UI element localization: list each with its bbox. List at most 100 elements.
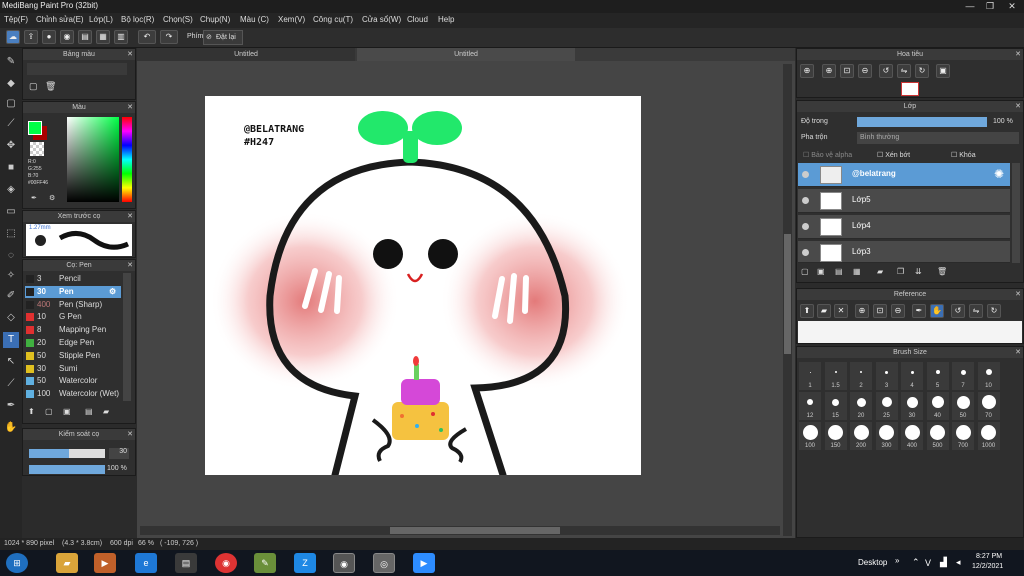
tab-untitled-1[interactable]: Untitled — [137, 48, 355, 61]
brush-list-item[interactable]: 10 G Pen — [25, 311, 121, 323]
brush-list-item[interactable]: 100 Watercolor (Wet) — [25, 388, 121, 400]
ref-hand-icon[interactable]: ✋ — [930, 304, 944, 318]
language-indicator[interactable]: V — [925, 558, 931, 568]
brush-size-option[interactable]: 3 — [875, 362, 898, 390]
rotate-left-icon[interactable]: ↺ — [879, 64, 893, 78]
clock-date[interactable]: 12/2/2021 — [972, 563, 1003, 570]
hand-tool-icon[interactable]: ✋ — [3, 420, 19, 436]
transparent-swatch[interactable] — [30, 142, 44, 156]
horizontal-scrollbar[interactable] — [140, 526, 780, 535]
menu-view[interactable]: Xem(V) — [278, 15, 305, 24]
file-explorer-icon[interactable]: ▰ — [56, 553, 78, 573]
brush-list-item[interactable]: 20 Edge Pen — [25, 337, 121, 349]
menu-help[interactable]: Help — [438, 15, 454, 24]
brush-size-option[interactable]: 50 — [952, 392, 974, 420]
brush-size-option[interactable]: 1000 — [977, 422, 1000, 450]
brush-size-option[interactable]: 1.5 — [824, 362, 847, 390]
brush-size-option[interactable]: 40 — [926, 392, 949, 420]
palette-selector[interactable] — [27, 63, 127, 75]
select-tool-icon[interactable]: ⬚ — [3, 226, 19, 242]
ref-rotate-right-icon[interactable]: ↻ — [987, 304, 1001, 318]
brush-size-option[interactable]: 500 — [926, 422, 949, 450]
folder-taskbar-icon[interactable]: ▤ — [175, 553, 197, 573]
bucket-tool-icon[interactable]: ◈ — [3, 182, 19, 198]
brush-list-item[interactable]: 3 Pencil — [25, 273, 121, 285]
brush-size-option[interactable]: 2 — [850, 362, 872, 390]
volume-icon[interactable]: ◂ — [956, 557, 961, 568]
brush-list-item[interactable]: 8 Mapping Pen — [25, 324, 121, 336]
lasso-tool-icon[interactable]: ◌ — [3, 248, 19, 264]
visibility-icon[interactable] — [802, 197, 809, 204]
brush-list-scrollbar[interactable] — [123, 273, 131, 401]
select-pen-icon[interactable]: ✐ — [3, 288, 19, 304]
new-8bit-layer-icon[interactable]: ▤ — [835, 267, 843, 276]
select-eraser-icon[interactable]: ◇ — [3, 310, 19, 326]
menu-edit[interactable]: Chỉnh sửa(E) — [36, 15, 84, 24]
close-icon[interactable]: ✕ — [1015, 347, 1021, 358]
close-icon[interactable]: ✕ — [127, 211, 133, 222]
brush-opacity-slider[interactable] — [29, 465, 105, 474]
protect-alpha-checkbox[interactable]: ☐ Bảo vệ alpha — [803, 151, 852, 159]
open-reference-icon[interactable]: ▰ — [817, 304, 831, 318]
layer-settings-icon[interactable]: ✺ — [994, 167, 1004, 181]
close-icon[interactable]: ✕ — [1015, 49, 1021, 60]
save-icon[interactable]: ▤ — [78, 30, 92, 44]
brush-size-value[interactable]: 30 — [109, 448, 129, 459]
ref-fit-icon[interactable]: ⊡ — [873, 304, 887, 318]
desktop-toolbar-label[interactable]: Desktop — [858, 558, 887, 567]
layer-opacity-slider[interactable] — [857, 117, 987, 127]
ref-zoom-in-icon[interactable]: ⊕ — [855, 304, 869, 318]
media-player-icon[interactable]: ▶ — [94, 553, 116, 573]
folder-icon[interactable]: ▰ — [103, 407, 109, 416]
brush-size-option[interactable]: 7 — [952, 362, 974, 390]
brush-size-option[interactable]: 20 — [850, 392, 872, 420]
reference-canvas[interactable] — [798, 321, 1022, 343]
menu-cloud[interactable]: Cloud — [407, 15, 428, 24]
redo-icon[interactable]: ↷ — [160, 30, 178, 44]
vertical-scrollbar[interactable] — [783, 64, 792, 536]
comment-icon[interactable]: ◉ — [60, 30, 74, 44]
menu-file[interactable]: Tệp(F) — [4, 15, 28, 24]
brush-size-option[interactable]: 400 — [901, 422, 923, 450]
eyedropper-tool-icon[interactable]: ⟋ — [3, 376, 19, 392]
close-reference-icon[interactable]: ✕ — [834, 304, 848, 318]
layer-row[interactable]: Lớp3 — [798, 241, 1010, 263]
visibility-icon[interactable] — [802, 171, 809, 178]
brush-size-option[interactable]: 150 — [824, 422, 847, 450]
layer-folder-icon[interactable]: ▰ — [877, 267, 883, 276]
eyedropper-icon[interactable]: ✒ — [31, 194, 37, 202]
menu-layer[interactable]: Lớp(L) — [89, 15, 113, 24]
lock-checkbox[interactable]: ☐ Khóa — [951, 151, 976, 159]
brush-size-option[interactable]: 12 — [799, 392, 821, 420]
ref-eyedropper-icon[interactable]: ✒ — [912, 304, 926, 318]
brush-tool-icon[interactable]: ✎ — [3, 54, 19, 70]
brush-list-item[interactable]: 30 Pen ⚙ — [25, 285, 121, 298]
cloud-icon[interactable]: ☁ — [6, 30, 20, 44]
dropper-tool-icon[interactable]: ✒ — [3, 398, 19, 414]
zoom-app-icon[interactable]: ▶ — [413, 553, 435, 573]
blend-mode-select[interactable]: Bình thường — [857, 132, 1019, 144]
upload-reference-icon[interactable]: ⬆ — [800, 304, 814, 318]
close-icon[interactable]: ✕ — [127, 102, 133, 113]
maximize-button[interactable]: ❐ — [980, 0, 1000, 12]
start-icon[interactable]: ⊞ — [6, 553, 28, 573]
menu-capture[interactable]: Chụp(N) — [200, 15, 230, 24]
brush-size-option[interactable]: 30 — [901, 392, 923, 420]
page-icon[interactable]: ▥ — [114, 30, 128, 44]
new-palette-icon[interactable]: ▢ — [29, 81, 38, 92]
fill-rect-icon[interactable]: ■ — [3, 160, 19, 176]
brush-size-slider[interactable] — [29, 449, 105, 458]
chrome-active-icon[interactable]: ◉ — [333, 553, 355, 573]
text-tool-icon[interactable]: T — [3, 332, 19, 348]
brush-list-item[interactable]: 400 Pen (Sharp) — [25, 299, 121, 311]
move-tool-icon[interactable]: ✥ — [3, 138, 19, 154]
delete-layer-icon[interactable]: 🗑 — [937, 267, 947, 276]
brush-size-option[interactable]: 25 — [875, 392, 898, 420]
foreground-color-swatch[interactable] — [28, 121, 42, 135]
brush-size-option[interactable]: 70 — [977, 392, 1000, 420]
zoom-in-icon[interactable]: ⊕ — [800, 64, 814, 78]
brush-settings-icon[interactable]: ▤ — [85, 407, 93, 416]
zoom-out-icon[interactable]: ⊕ — [822, 64, 836, 78]
close-icon[interactable]: ✕ — [1015, 101, 1021, 112]
upload-icon[interactable]: ⇪ — [24, 30, 38, 44]
